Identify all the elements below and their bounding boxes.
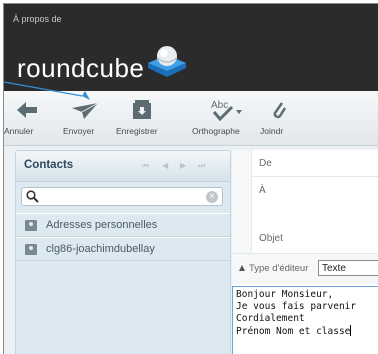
back-arrow-icon: [17, 102, 37, 118]
editor-type-label: Type d'éditeur: [249, 263, 309, 274]
spellcheck-button[interactable]: Abc Orthographe: [192, 91, 258, 145]
address-book-label: Adresses personnelles: [46, 219, 158, 231]
roundcube-logo-icon: [148, 46, 186, 77]
first-page-icon[interactable]: ⏮: [142, 161, 149, 171]
svg-text:Abc: Abc: [211, 100, 228, 111]
toolbar: Annuler Envoyer Enregistrer Abc Orthogra…: [4, 91, 378, 146]
spellcheck-label: Orthographe: [192, 126, 240, 136]
body-line: Je vous fais parvenir: [236, 301, 357, 312]
contacts-header: Contacts ⏮ ◀ ▶ ⏭: [16, 151, 230, 182]
save-button[interactable]: Enregistrer: [116, 91, 170, 145]
contacts-panel: Contacts ⏮ ◀ ▶ ⏭ × Adresses personnelles…: [15, 150, 231, 354]
save-label: Enregistrer: [116, 126, 158, 136]
paperclip-icon: [273, 102, 287, 119]
compose-panel: De À Objet Type d'éditeur Texte Bonjour …: [232, 150, 378, 354]
divider: [251, 176, 378, 177]
collapse-toggle-icon[interactable]: [239, 265, 245, 271]
next-page-icon[interactable]: ▶: [180, 161, 186, 170]
contacts-search-input[interactable]: ×: [21, 187, 223, 206]
editor-type-row: Type d'éditeur Texte: [232, 253, 378, 284]
attach-label: Joindr: [260, 126, 284, 136]
address-book-icon: [25, 220, 37, 231]
body-line: Prénom Nom et classe: [236, 326, 351, 337]
address-book-label: clg86-joachimdubellay: [46, 243, 155, 255]
from-label: De: [259, 158, 272, 169]
editor-type-select[interactable]: Texte: [318, 260, 378, 276]
subject-label: Objet: [259, 233, 283, 244]
clear-search-icon[interactable]: ×: [206, 191, 218, 203]
cancel-label: Annuler: [4, 126, 34, 136]
previous-page-icon[interactable]: ◀: [162, 161, 168, 170]
send-button[interactable]: Envoyer: [63, 91, 109, 145]
header-bar: À propos de roundcube: [4, 4, 378, 91]
app-window: À propos de roundcube Annuler Envoyer En…: [3, 3, 378, 354]
paper-plane-icon: [72, 102, 99, 119]
message-body-textarea[interactable]: Bonjour Monsieur, Je vous fais parvenir …: [232, 286, 378, 354]
to-label: À: [259, 185, 266, 196]
cancel-button[interactable]: Annuler: [4, 91, 48, 145]
address-book-icon: [25, 244, 37, 255]
text-caret: [350, 325, 352, 336]
save-tray-icon: [133, 100, 151, 119]
spellcheck-icon: Abc: [211, 100, 242, 122]
search-icon: [26, 190, 39, 203]
address-book-item[interactable]: clg86-joachimdubellay: [16, 237, 230, 261]
about-link[interactable]: À propos de: [13, 14, 62, 24]
last-page-icon[interactable]: ⏭: [198, 161, 205, 171]
contacts-title: Contacts: [24, 159, 74, 171]
body-line: Bonjour Monsieur,: [236, 289, 334, 300]
address-book-item[interactable]: Adresses personnelles: [16, 213, 230, 237]
body-line: Cordialement: [236, 313, 305, 324]
logo-text: roundcube: [17, 53, 145, 83]
attach-button[interactable]: Joindr: [260, 91, 300, 145]
send-label: Envoyer: [63, 126, 95, 136]
